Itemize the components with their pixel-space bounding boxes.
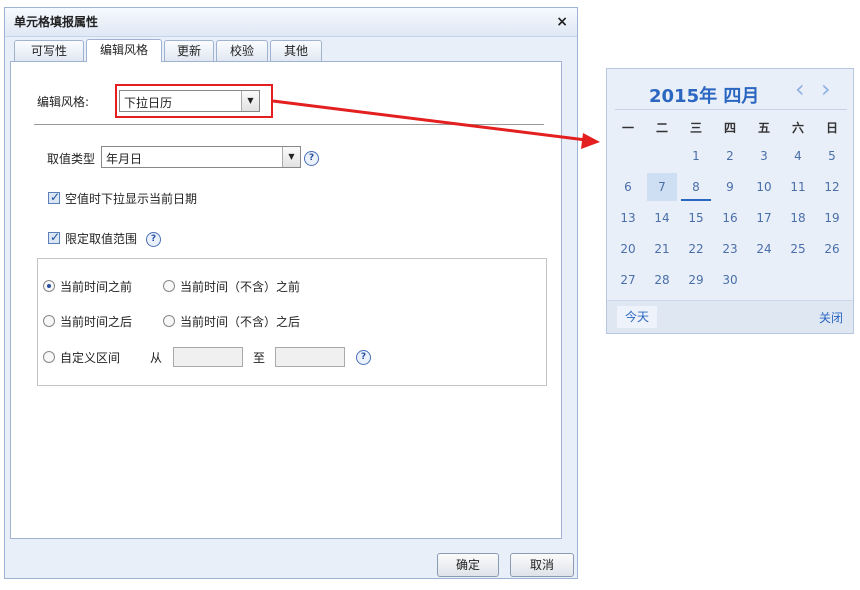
calendar-footer: 今天 关闭 xyxy=(607,300,853,333)
calendar-day[interactable]: 29 xyxy=(681,266,711,294)
calendar-day[interactable]: 8 xyxy=(681,173,711,201)
calendar-day[interactable]: 13 xyxy=(613,204,643,232)
calendar-day[interactable]: 3 xyxy=(749,142,779,170)
chevron-left-icon[interactable]: ‹ xyxy=(795,75,805,103)
calendar-day[interactable]: 2 xyxy=(715,142,745,170)
today-button[interactable]: 今天 xyxy=(617,306,657,328)
weekday-header: 日 xyxy=(825,121,838,135)
calendar-day[interactable]: 15 xyxy=(681,204,711,232)
calendar-day[interactable]: 14 xyxy=(647,204,677,232)
calendar-day[interactable]: 17 xyxy=(749,204,779,232)
calendar-day[interactable]: 20 xyxy=(613,235,643,263)
calendar-day[interactable]: 4 xyxy=(783,142,813,170)
calendar-day[interactable]: 16 xyxy=(715,204,745,232)
calendar-day[interactable]: 21 xyxy=(647,235,677,263)
weekday-header: 三 xyxy=(689,121,702,135)
calendar-day[interactable]: 12 xyxy=(817,173,847,201)
calendar-day[interactable]: 9 xyxy=(715,173,745,201)
calendar-day[interactable]: 23 xyxy=(715,235,745,263)
arrow-shaft xyxy=(272,99,587,142)
chevron-right-icon[interactable]: › xyxy=(821,75,831,103)
calendar-day[interactable]: 10 xyxy=(749,173,779,201)
weekday-header: 五 xyxy=(757,121,770,135)
calendar-divider xyxy=(615,109,847,110)
calendar-day[interactable]: 6 xyxy=(613,173,643,201)
weekday-header: 四 xyxy=(723,121,736,135)
calendar-day[interactable]: 22 xyxy=(681,235,711,263)
calendar-day[interactable]: 30 xyxy=(715,266,745,294)
tab-edit-style[interactable]: 编辑风格 xyxy=(86,39,162,62)
calendar-day[interactable]: 26 xyxy=(817,235,847,263)
calendar-day[interactable]: 7 xyxy=(647,173,677,201)
calendar-day[interactable]: 27 xyxy=(613,266,643,294)
weekday-header: 二 xyxy=(655,121,668,135)
calendar-day[interactable]: 18 xyxy=(783,204,813,232)
weekday-header: 一 xyxy=(621,121,634,135)
date-picker-calendar: 2015年 四月 ‹ › 一二三四五六日 1 2 3 4 5 6 7 8 9 10 11 12 13 14… xyxy=(606,68,854,334)
calendar-day[interactable]: 24 xyxy=(749,235,779,263)
arrow-head xyxy=(581,133,600,149)
calendar-day[interactable]: 19 xyxy=(817,204,847,232)
calendar-day[interactable]: 25 xyxy=(783,235,813,263)
calendar-close-button[interactable]: 关闭 xyxy=(819,309,843,326)
weekday-header: 六 xyxy=(791,121,804,135)
calendar-month-title: 2015年 四月 xyxy=(649,86,760,107)
calendar-day[interactable]: 11 xyxy=(783,173,813,201)
calendar-day[interactable]: 1 xyxy=(681,142,711,170)
calendar-day[interactable]: 5 xyxy=(817,142,847,170)
calendar-day[interactable]: 28 xyxy=(647,266,677,294)
